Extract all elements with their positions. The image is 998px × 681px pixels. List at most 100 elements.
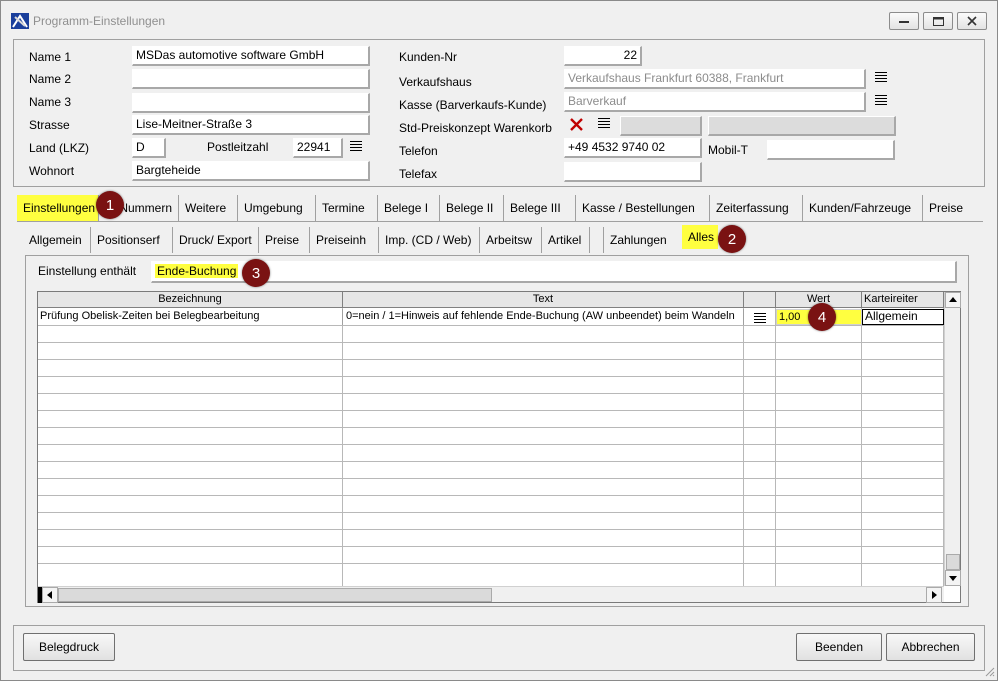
custno-label: Kunden-Nr: [399, 50, 458, 64]
tab-umgebung[interactable]: Umgebung: [238, 195, 316, 221]
tab-belege-iii[interactable]: Belege III: [504, 195, 576, 221]
close-button[interactable]: [957, 12, 987, 30]
delete-x-icon[interactable]: [570, 118, 583, 131]
custno-field[interactable]: 22: [564, 46, 642, 66]
arrow-right-icon: [932, 591, 937, 599]
name2-label: Name 2: [29, 72, 72, 86]
tab-preise-main[interactable]: Preise: [923, 195, 973, 221]
belegdruck-button[interactable]: Belegdruck: [23, 633, 115, 661]
country-label: Land (LKZ): [29, 141, 90, 155]
grid-hline: [38, 376, 943, 377]
name3-field[interactable]: [132, 93, 370, 113]
subtab-allgemein[interactable]: Allgemein: [23, 227, 91, 253]
window-title: Programm-Einstellungen: [33, 14, 166, 28]
col-karteireiter[interactable]: Karteireiter: [862, 292, 944, 308]
grid-hline: [38, 359, 943, 360]
zip-label: Postleitzahl: [207, 140, 269, 154]
maximize-icon: [932, 16, 944, 26]
vertical-scrollbar[interactable]: [944, 292, 961, 586]
tab-kasse-bestellungen[interactable]: Kasse / Bestellungen: [576, 195, 710, 221]
grid-vline: [861, 308, 862, 586]
price-concept-label: Std-Preiskonzept Warenkorb: [399, 121, 552, 135]
scroll-up-button[interactable]: [945, 292, 961, 308]
subtab-preiseinh[interactable]: Preiseinh: [310, 227, 379, 253]
arrow-up-icon: [949, 297, 957, 302]
name1-field[interactable]: MSDas automotive software GmbH: [132, 46, 370, 66]
scroll-down-button[interactable]: [945, 570, 961, 586]
subtab-preise[interactable]: Preise: [259, 227, 310, 253]
cell-text[interactable]: 0=nein / 1=Hinweis auf fehlende Ende-Buc…: [343, 309, 744, 325]
subtab-zahlungen[interactable]: Zahlungen: [604, 227, 680, 253]
fax-field[interactable]: [564, 162, 702, 182]
cash-field[interactable]: Barverkauf: [564, 92, 866, 112]
country-field[interactable]: D: [132, 138, 166, 158]
phone-field[interactable]: +49 4532 9740 02: [564, 138, 702, 158]
tab-zeiterfassung[interactable]: Zeiterfassung: [710, 195, 803, 221]
city-label: Wohnort: [29, 164, 75, 178]
arrow-down-icon: [949, 576, 957, 581]
subtab-positionserf[interactable]: Positionserf: [91, 227, 173, 253]
main-tab-row: Einstellungen Nummern Weitere Umgebung T…: [17, 195, 989, 221]
subtab-empty[interactable]: [590, 227, 604, 253]
grid-hline: [38, 410, 943, 411]
col-bezeichnung[interactable]: Bezeichnung: [38, 292, 343, 308]
annotation-badge-1: 1: [96, 191, 124, 219]
hscroll-thumb[interactable]: [58, 588, 492, 602]
minimize-button[interactable]: [889, 12, 919, 30]
resize-grip-icon[interactable]: [983, 665, 995, 677]
cell-karteireiter[interactable]: Allgemein: [862, 309, 944, 325]
mobile-field[interactable]: [767, 140, 895, 160]
settings-grid[interactable]: Bezeichnung Text Wert Karteireiter Prüfu…: [37, 291, 961, 603]
name1-label: Name 1: [29, 50, 72, 64]
tab-weitere[interactable]: Weitere: [179, 195, 238, 221]
tab-termine[interactable]: Termine: [316, 195, 378, 221]
filter-input[interactable]: Ende-Buchung: [151, 261, 957, 283]
street-field[interactable]: Lise-Meitner-Straße 3: [132, 115, 370, 135]
horizontal-scrollbar[interactable]: [38, 586, 944, 603]
subtab-druck-export[interactable]: Druck/ Export: [173, 227, 259, 253]
zip-field[interactable]: 22941: [293, 138, 343, 158]
cash-list-icon[interactable]: [875, 95, 887, 106]
title-bar: Programm-Einstellungen: [1, 1, 997, 35]
settings-window: Programm-Einstellungen Name 1 MSDas auto…: [0, 0, 998, 681]
grid-hline: [38, 495, 943, 496]
cell-bezeichnung[interactable]: Prüfung Obelisk-Zeiten bei Belegbearbeit…: [38, 309, 343, 325]
col-list[interactable]: [744, 292, 776, 308]
tab-kunden-fahrzeuge[interactable]: Kunden/Fahrzeuge: [803, 195, 923, 221]
annotation-badge-2: 2: [718, 225, 746, 253]
grid-hline: [38, 512, 943, 513]
price-concept-desc-field: [708, 116, 896, 136]
tab-row-divider: [17, 221, 983, 222]
zip-list-icon[interactable]: [350, 141, 362, 152]
grid-vline: [775, 308, 776, 586]
abbrechen-button[interactable]: Abbrechen: [886, 633, 975, 661]
price-list-icon[interactable]: [598, 118, 610, 129]
row-list-icon[interactable]: [754, 313, 766, 324]
city-field[interactable]: Bargteheide: [132, 161, 370, 181]
maximize-button[interactable]: [923, 12, 953, 30]
subtab-artikel[interactable]: Artikel: [542, 227, 590, 253]
scroll-thumb[interactable]: [946, 554, 960, 570]
name2-field[interactable]: [132, 69, 370, 89]
price-concept-field: [620, 116, 702, 136]
grid-hline: [38, 342, 943, 343]
beenden-button[interactable]: Beenden: [796, 633, 882, 661]
store-label: Verkaufshaus: [399, 75, 472, 89]
col-text[interactable]: Text: [343, 292, 744, 308]
grid-hline: [38, 529, 943, 530]
subtab-import-cd-web[interactable]: Imp. (CD / Web): [379, 227, 480, 253]
grid-hline: [38, 461, 943, 462]
tab-belege-i[interactable]: Belege I: [378, 195, 440, 221]
store-list-icon[interactable]: [875, 72, 887, 83]
app-icon: [11, 13, 29, 29]
grid-hline: [38, 444, 943, 445]
tab-einstellungen[interactable]: Einstellungen: [17, 195, 99, 221]
scroll-left-button[interactable]: [42, 587, 58, 603]
subtab-arbeitsw[interactable]: Arbeitsw: [480, 227, 542, 253]
store-field[interactable]: Verkaufshaus Frankfurt 60388, Frankfurt: [564, 69, 866, 89]
phone-label: Telefon: [399, 144, 438, 158]
subtab-alles[interactable]: Alles: [682, 225, 718, 249]
tab-belege-ii[interactable]: Belege II: [440, 195, 504, 221]
sub-tab-row: Allgemein Positionserf Druck/ Export Pre…: [23, 225, 763, 253]
scroll-right-button[interactable]: [926, 587, 942, 603]
